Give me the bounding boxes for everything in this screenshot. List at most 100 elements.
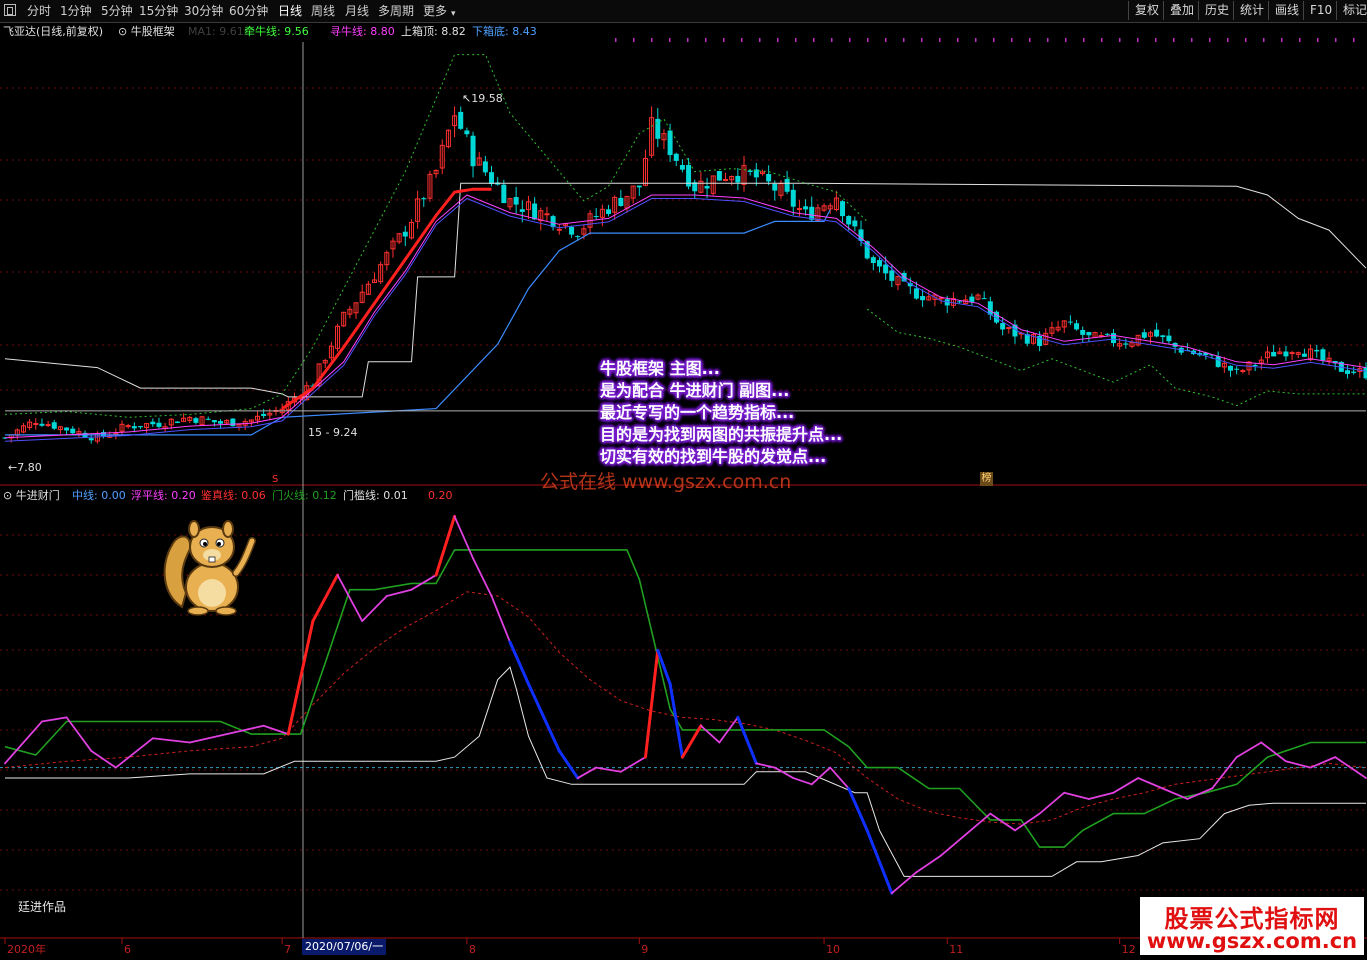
tab-period-multi[interactable]: 多周期 <box>378 3 414 19</box>
candle-body-down <box>1252 364 1258 366</box>
candle-body-down <box>51 422 57 429</box>
fuping-segment <box>1063 791 1090 800</box>
fuping-segment <box>595 766 622 773</box>
fuping-segment <box>453 515 474 560</box>
tab-period-more[interactable]: 更多 <box>423 3 447 19</box>
top-marker <box>1173 38 1175 42</box>
top-marker <box>1137 38 1139 42</box>
candle-body-down <box>852 220 858 227</box>
fuping-segment <box>755 762 776 769</box>
top-marker <box>723 38 725 42</box>
candle-body-down <box>402 231 408 237</box>
fuping-segment <box>576 766 598 779</box>
top-marker <box>795 38 797 42</box>
low-price-value: 7.80 <box>17 461 42 474</box>
fuping-segment <box>829 766 850 790</box>
candle-body-down <box>1351 371 1357 373</box>
top-marker <box>615 38 617 42</box>
statistics-button[interactable]: 统计 <box>1233 1 1270 20</box>
fuping-segment <box>940 833 967 857</box>
candle-body-down <box>876 260 882 267</box>
candle-body-down <box>1228 365 1234 371</box>
tab-period-monthly[interactable]: 月线 <box>345 3 369 19</box>
box-bottom-value: 下箱底: 8.43 <box>472 25 537 38</box>
candle-body-down <box>987 301 993 315</box>
xunniu-value: 寻牛线: 8.80 <box>330 25 395 38</box>
axis-tick-label: 11 <box>949 943 963 956</box>
tab-period-fenshi[interactable]: 分时 <box>27 3 51 19</box>
top-marker <box>1245 38 1247 42</box>
top-marker <box>1047 38 1049 42</box>
candle-body-down <box>64 427 70 431</box>
tab-period-1min[interactable]: 1分钟 <box>60 3 92 19</box>
candle-body-down <box>606 209 612 214</box>
more-chevron-icon[interactable]: ▾ <box>451 6 456 22</box>
history-button[interactable]: 历史 <box>1198 1 1235 20</box>
candle-body-down <box>920 296 926 301</box>
main-indicator-label[interactable]: ⊙ 牛股框架 <box>118 25 175 38</box>
rank-tag[interactable]: 榜 <box>980 472 993 486</box>
f10-button[interactable]: F10 <box>1303 1 1338 20</box>
signal-s-tag: S <box>272 474 279 485</box>
axis-tick-label: 8 <box>469 943 476 956</box>
fuping-segment <box>385 588 413 597</box>
high-price-value: 19.58 <box>471 92 503 105</box>
top-marker <box>957 38 959 42</box>
top-marker <box>1209 38 1211 42</box>
candle-body-down <box>655 118 661 139</box>
top-marker <box>831 38 833 42</box>
indicator-settings-icon[interactable]: ⊙ <box>118 25 127 38</box>
candle-body-down <box>846 216 852 225</box>
tab-period-30min[interactable]: 30分钟 <box>184 3 223 19</box>
candle-body-up <box>1006 327 1012 330</box>
annotation-text: 牛股框架 主图... 是为配合 牛进财门 副图... 最近专写的一个趋势指标..… <box>600 358 842 468</box>
candle-body-down <box>1314 349 1320 352</box>
tab-period-daily[interactable]: 日线 <box>278 3 302 19</box>
candle-body-down <box>1283 351 1289 357</box>
high-price-label: ↖19.58 <box>462 92 503 105</box>
candle-body-down <box>489 172 495 184</box>
candle-body-down <box>889 270 895 281</box>
candle-body-down <box>636 185 642 188</box>
candle-body-down <box>1000 323 1006 330</box>
candle-body-down <box>205 418 211 420</box>
tab-period-weekly[interactable]: 周线 <box>311 3 335 19</box>
candle-body-down <box>88 438 94 441</box>
restore-rights-button[interactable]: 复权 <box>1128 1 1165 20</box>
low-price-label: ←7.80 <box>8 461 42 474</box>
fuping-segment <box>989 812 1016 832</box>
candle-body-down <box>1067 321 1073 323</box>
sub-indicator-label[interactable]: ⊙ 牛进财门 <box>3 489 60 502</box>
top-marker <box>921 38 923 42</box>
candle-body-down <box>39 423 45 426</box>
candle-body-down <box>673 153 679 161</box>
candle-body-down <box>1086 332 1092 336</box>
candle-body-down <box>464 130 470 135</box>
fuping-segment <box>643 648 660 759</box>
extra-value: 0.20 <box>428 489 453 502</box>
menkan-line <box>5 666 1366 877</box>
tab-period-60min[interactable]: 60分钟 <box>229 3 268 19</box>
candle-body-up <box>556 228 562 231</box>
overlay-button[interactable]: 叠加 <box>1163 1 1200 20</box>
axis-tick-label: 6 <box>124 943 131 956</box>
candle-body-down <box>569 226 575 235</box>
candle-body-down <box>174 421 180 423</box>
top-marker <box>687 38 689 42</box>
candle-body-down <box>1301 353 1307 357</box>
top-marker <box>705 38 707 42</box>
window-menu-icon[interactable] <box>4 4 16 16</box>
sub-indicator-settings-icon[interactable]: ⊙ <box>3 489 12 502</box>
tab-period-15min[interactable]: 15分钟 <box>139 3 178 19</box>
draw-line-button[interactable]: 画线 <box>1268 1 1305 20</box>
top-marker <box>651 38 653 42</box>
tab-period-5min[interactable]: 5分钟 <box>101 3 133 19</box>
candle-body-down <box>519 209 525 212</box>
fuping-segment <box>526 682 561 753</box>
candle-body-down <box>1141 332 1147 338</box>
candle-body-down <box>766 173 772 182</box>
top-marker <box>759 38 761 42</box>
fuping-segment <box>557 749 580 780</box>
candle-body-down <box>1123 343 1129 345</box>
mark-button[interactable]: 标记 <box>1336 1 1367 20</box>
